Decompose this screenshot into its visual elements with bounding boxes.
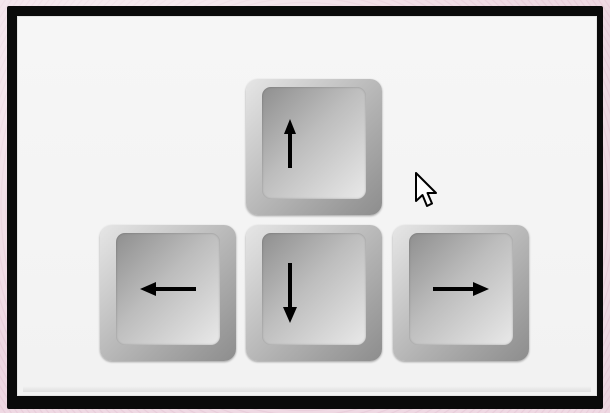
up-arrow-key[interactable]: [246, 79, 382, 215]
arrow-left-icon: [140, 282, 196, 296]
key-cap: [262, 233, 366, 345]
arrow-down-icon: [283, 263, 297, 323]
arrow-right-icon: [433, 282, 489, 296]
mouse-pointer-icon: [415, 172, 437, 207]
key-cap: [262, 87, 366, 199]
arrow-up-icon: [284, 119, 296, 168]
key-cap: [409, 233, 513, 345]
key-cap: [116, 233, 220, 345]
down-arrow-key[interactable]: [246, 225, 382, 361]
right-arrow-key[interactable]: [393, 225, 529, 361]
left-arrow-key[interactable]: [100, 225, 236, 361]
